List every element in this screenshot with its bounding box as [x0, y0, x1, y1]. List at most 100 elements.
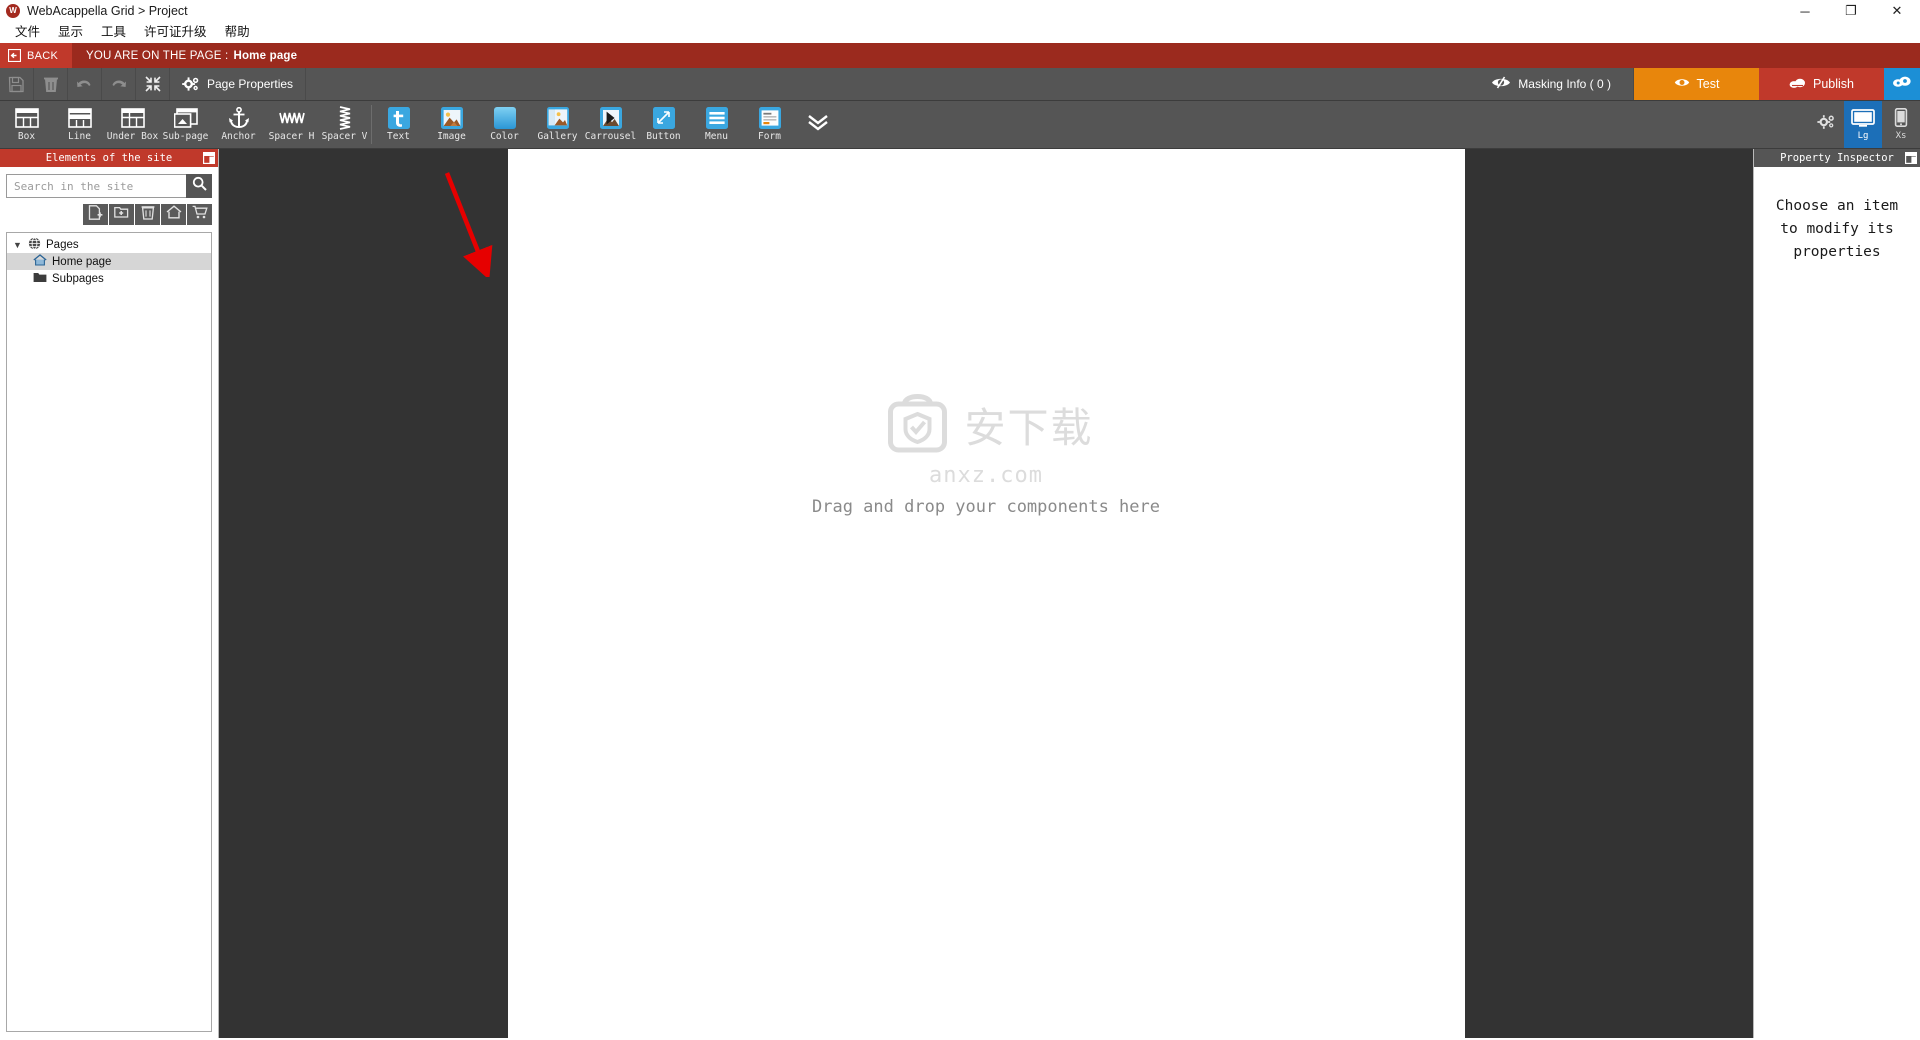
right-panel-header: Property Inspector	[1754, 149, 1920, 167]
component-box-label: Box	[17, 131, 36, 142]
site-search-row	[0, 167, 218, 198]
component-button-label: Button	[646, 131, 681, 142]
undo-icon	[75, 76, 94, 93]
action-toolbar: Page Properties Masking Info ( 0 ) Test …	[0, 68, 1920, 101]
dock-panel-icon[interactable]	[1904, 151, 1918, 165]
search-icon	[192, 176, 207, 196]
line-icon	[67, 107, 92, 129]
component-under-box[interactable]: Under Box	[106, 101, 159, 148]
shop-button[interactable]	[187, 204, 212, 225]
drop-hint-text: Drag and drop your components here	[812, 497, 1160, 517]
toolbar-settings-button[interactable]	[1808, 101, 1844, 148]
dock-panel-icon[interactable]	[202, 151, 216, 165]
menu-license-upgrade[interactable]: 许可证升级	[135, 22, 216, 43]
masking-info-label: Masking Info ( 0 )	[1518, 77, 1611, 91]
delete-button[interactable]	[34, 68, 68, 100]
tree-node-subpages[interactable]: Subpages	[7, 270, 211, 287]
canvas-area[interactable]: 安下载 anxz.com Drag and drop your componen…	[219, 149, 1753, 1038]
menu-help[interactable]: 帮助	[216, 22, 259, 43]
component-menu[interactable]: Menu	[690, 101, 743, 148]
spacer-v-icon	[337, 106, 353, 130]
delete-button[interactable]	[135, 204, 160, 225]
publish-button[interactable]: Publish	[1759, 68, 1884, 100]
menu-file[interactable]: 文件	[6, 22, 49, 43]
device-xs-label: Xs	[1895, 131, 1907, 141]
site-tree: ▼ Pages Home page Subpages	[6, 232, 212, 1032]
button-icon	[652, 107, 675, 129]
component-spacer-v[interactable]: Spacer V	[318, 101, 371, 148]
canvas-gutter-right	[1464, 149, 1753, 1038]
component-spacer-anchor-label: Anchor	[221, 131, 256, 142]
expand-components-button[interactable]	[796, 101, 840, 148]
component-spacer-v-label: Spacer V	[321, 131, 368, 142]
search-button[interactable]	[186, 174, 212, 198]
save-icon	[8, 76, 25, 93]
menu-icon	[705, 107, 728, 129]
add-folder-icon	[114, 205, 129, 224]
masking-info-button[interactable]: Masking Info ( 0 )	[1469, 68, 1634, 100]
component-form[interactable]: Form	[743, 101, 796, 148]
back-bar: BACK YOU ARE ON THE PAGE : Home page	[0, 43, 1920, 68]
tree-node-pages-label: Pages	[46, 238, 79, 251]
app-logo-icon: W	[6, 4, 20, 18]
component-image-label: Image	[437, 131, 466, 142]
component-text[interactable]: Text	[372, 101, 425, 148]
home-page-icon	[33, 254, 47, 269]
collapse-all-button[interactable]	[136, 68, 170, 100]
watermark-text-cn: 安下载	[964, 403, 1094, 452]
shield-bag-icon	[879, 382, 957, 465]
component-box[interactable]: Box	[0, 101, 53, 148]
component-under-box-label: Under Box	[106, 131, 159, 142]
carrousel-icon	[599, 107, 622, 129]
minimize-button[interactable]: ─	[1782, 0, 1828, 22]
watermark: 安下载 anxz.com	[879, 382, 1094, 488]
search-input[interactable]	[6, 174, 186, 198]
component-carrousel[interactable]: Carrousel	[584, 101, 637, 148]
spacer-h-icon	[278, 107, 305, 129]
eye-icon	[1674, 77, 1690, 91]
watermark-row: 安下载	[879, 382, 1094, 465]
menu-view[interactable]: 显示	[49, 22, 92, 43]
device-xs-button[interactable]: Xs	[1882, 101, 1920, 148]
close-button[interactable]: ✕	[1874, 0, 1920, 22]
tree-node-home-page[interactable]: Home page	[7, 253, 211, 270]
trash-icon	[43, 76, 59, 93]
sub-page-icon	[173, 107, 198, 129]
undo-button[interactable]	[68, 68, 102, 100]
page-properties-label: Page Properties	[207, 77, 294, 91]
component-line[interactable]: Line	[53, 101, 106, 148]
window-controls: ─ ❐ ✕	[1782, 0, 1920, 22]
color-icon	[493, 107, 516, 129]
chevron-down-icon[interactable]: ▼	[12, 240, 23, 250]
save-button[interactable]	[0, 68, 34, 100]
add-page-button[interactable]	[83, 204, 108, 225]
component-image[interactable]: Image	[425, 101, 478, 148]
page-indicator: YOU ARE ON THE PAGE : Home page	[72, 43, 297, 68]
component-color[interactable]: Color	[478, 101, 531, 148]
cart-icon	[192, 205, 208, 224]
component-form-label: Form	[758, 131, 781, 142]
component-button[interactable]: Button	[637, 101, 690, 148]
help-button[interactable]	[1884, 68, 1920, 100]
watermark-text-url: anxz.com	[929, 463, 1043, 488]
redo-button[interactable]	[102, 68, 136, 100]
maximize-button[interactable]: ❐	[1828, 0, 1874, 22]
back-button[interactable]: BACK	[0, 43, 72, 68]
add-folder-button[interactable]	[109, 204, 134, 225]
component-anchor[interactable]: Anchor	[212, 101, 265, 148]
canvas-page[interactable]: 安下载 anxz.com Drag and drop your componen…	[507, 149, 1465, 1038]
test-button[interactable]: Test	[1634, 68, 1759, 100]
component-gallery[interactable]: Gallery	[531, 101, 584, 148]
set-home-button[interactable]	[161, 204, 186, 225]
component-menu-label: Menu	[705, 131, 728, 142]
menu-tools[interactable]: 工具	[92, 22, 135, 43]
tree-node-pages[interactable]: ▼ Pages	[7, 236, 211, 253]
device-lg-button[interactable]: Lg	[1844, 101, 1882, 148]
gear-settings-icon	[1817, 114, 1835, 135]
left-panel-title: Elements of the site	[45, 152, 173, 164]
content-components-group: Text Image Color Gallery Carrousel Butto…	[372, 101, 840, 148]
component-spacer-h-label: Spacer H	[268, 131, 315, 142]
component-sub-page[interactable]: Sub-page	[159, 101, 212, 148]
component-spacer-h[interactable]: Spacer H	[265, 101, 318, 148]
page-properties-button[interactable]: Page Properties	[170, 68, 307, 100]
